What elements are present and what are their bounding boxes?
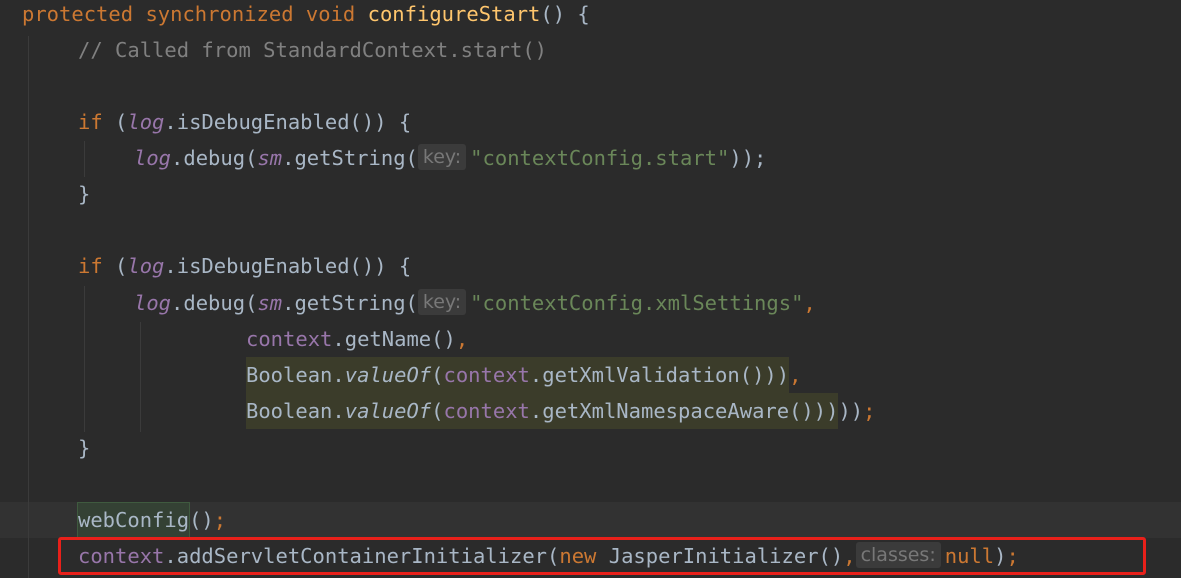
method-call-highlight: webConfig bbox=[76, 502, 191, 538]
field: context bbox=[443, 363, 530, 387]
keyword: synchronized bbox=[145, 2, 294, 26]
code-line-11: Boolean.valueOf(context.getXmlValidation… bbox=[246, 357, 801, 393]
code-text: Boolean. bbox=[246, 399, 345, 423]
code-text: .debug( bbox=[171, 146, 258, 170]
field: context bbox=[246, 327, 333, 351]
code-text: )) bbox=[838, 399, 864, 423]
code-text: , bbox=[455, 327, 469, 351]
code-text: .debug( bbox=[171, 291, 258, 315]
code-text: .isDebugEnabled()) { bbox=[164, 254, 412, 278]
code-text: .getName() bbox=[332, 327, 456, 351]
code-line-12: Boolean.valueOf(context.getXmlNamespaceA… bbox=[246, 393, 876, 429]
keyword: if bbox=[78, 110, 103, 134]
code-text: ( bbox=[102, 254, 128, 278]
code-text: ( bbox=[431, 363, 444, 387]
comment: // Called from StandardContext.start() bbox=[78, 38, 547, 62]
code-editor[interactable]: protected synchronized void configureSta… bbox=[0, 0, 1181, 578]
field: context bbox=[443, 399, 530, 423]
code-text: ; bbox=[863, 399, 876, 423]
annotation-highlight-box bbox=[58, 537, 1146, 575]
code-text: () { bbox=[540, 2, 590, 26]
method-name: configureStart bbox=[367, 2, 541, 26]
code-line-13: } bbox=[78, 430, 90, 466]
code-text: )); bbox=[729, 146, 767, 170]
static-field: sm bbox=[257, 146, 283, 170]
code-line-1: protected synchronized void configureSta… bbox=[22, 0, 590, 32]
argument-highlight: Boolean.valueOf(context.getXmlNamespaceA… bbox=[246, 393, 839, 429]
code-text: ) bbox=[776, 363, 790, 387]
code-text: .getString( bbox=[282, 291, 418, 315]
code-text: .getXmlValidation()) bbox=[529, 363, 777, 387]
code-line-2: // Called from StandardContext.start() bbox=[78, 32, 547, 68]
code-line-5: log.debug(sm.getString(key: "contextConfi… bbox=[134, 140, 766, 176]
parameter-hint: key: bbox=[417, 289, 467, 315]
code-text: Boolean. bbox=[246, 363, 345, 387]
string-literal: "contextConfig.xmlSettings" bbox=[470, 291, 804, 315]
static-field: log bbox=[127, 110, 165, 134]
static-field: log bbox=[134, 291, 172, 315]
code-text: } bbox=[78, 182, 91, 206]
static-field: log bbox=[134, 146, 172, 170]
code-text: () bbox=[189, 508, 214, 532]
code-text: .isDebugEnabled()) { bbox=[164, 110, 412, 134]
code-line-10: context.getName(), bbox=[246, 321, 468, 357]
indent-guide bbox=[84, 286, 85, 432]
code-text: , bbox=[789, 363, 802, 387]
static-field: sm bbox=[257, 291, 283, 315]
code-text: ; bbox=[213, 508, 227, 532]
code-text: , bbox=[803, 291, 816, 315]
code-line-4: if (log.isDebugEnabled()) { bbox=[78, 104, 411, 140]
keyword: void bbox=[305, 2, 356, 26]
indent-guide bbox=[140, 322, 141, 432]
code-line-8: if (log.isDebugEnabled()) { bbox=[78, 248, 411, 284]
argument-highlight: Boolean.valueOf(context.getXmlValidation… bbox=[246, 357, 790, 393]
indent-guide bbox=[84, 141, 85, 177]
code-text: ( bbox=[431, 399, 444, 423]
keyword: if bbox=[78, 254, 103, 278]
static-method: valueOf bbox=[344, 363, 432, 387]
code-text: } bbox=[78, 436, 91, 460]
static-method: valueOf bbox=[344, 399, 432, 423]
code-text: .getString( bbox=[282, 146, 418, 170]
static-field: log bbox=[127, 254, 165, 278]
code-text: ( bbox=[102, 110, 128, 134]
code-text: .getXmlNamespaceAware()) bbox=[529, 399, 827, 423]
keyword: protected bbox=[22, 2, 134, 26]
code-line-6: } bbox=[78, 176, 90, 212]
string-literal: "contextConfig.start" bbox=[470, 146, 730, 170]
code-line-15: webConfig(); bbox=[76, 502, 227, 538]
code-line-9: log.debug(sm.getString(key: "contextConfi… bbox=[134, 285, 816, 321]
indent-guide bbox=[28, 36, 29, 578]
parameter-hint: key: bbox=[417, 144, 467, 170]
code-text: ) bbox=[826, 399, 839, 423]
